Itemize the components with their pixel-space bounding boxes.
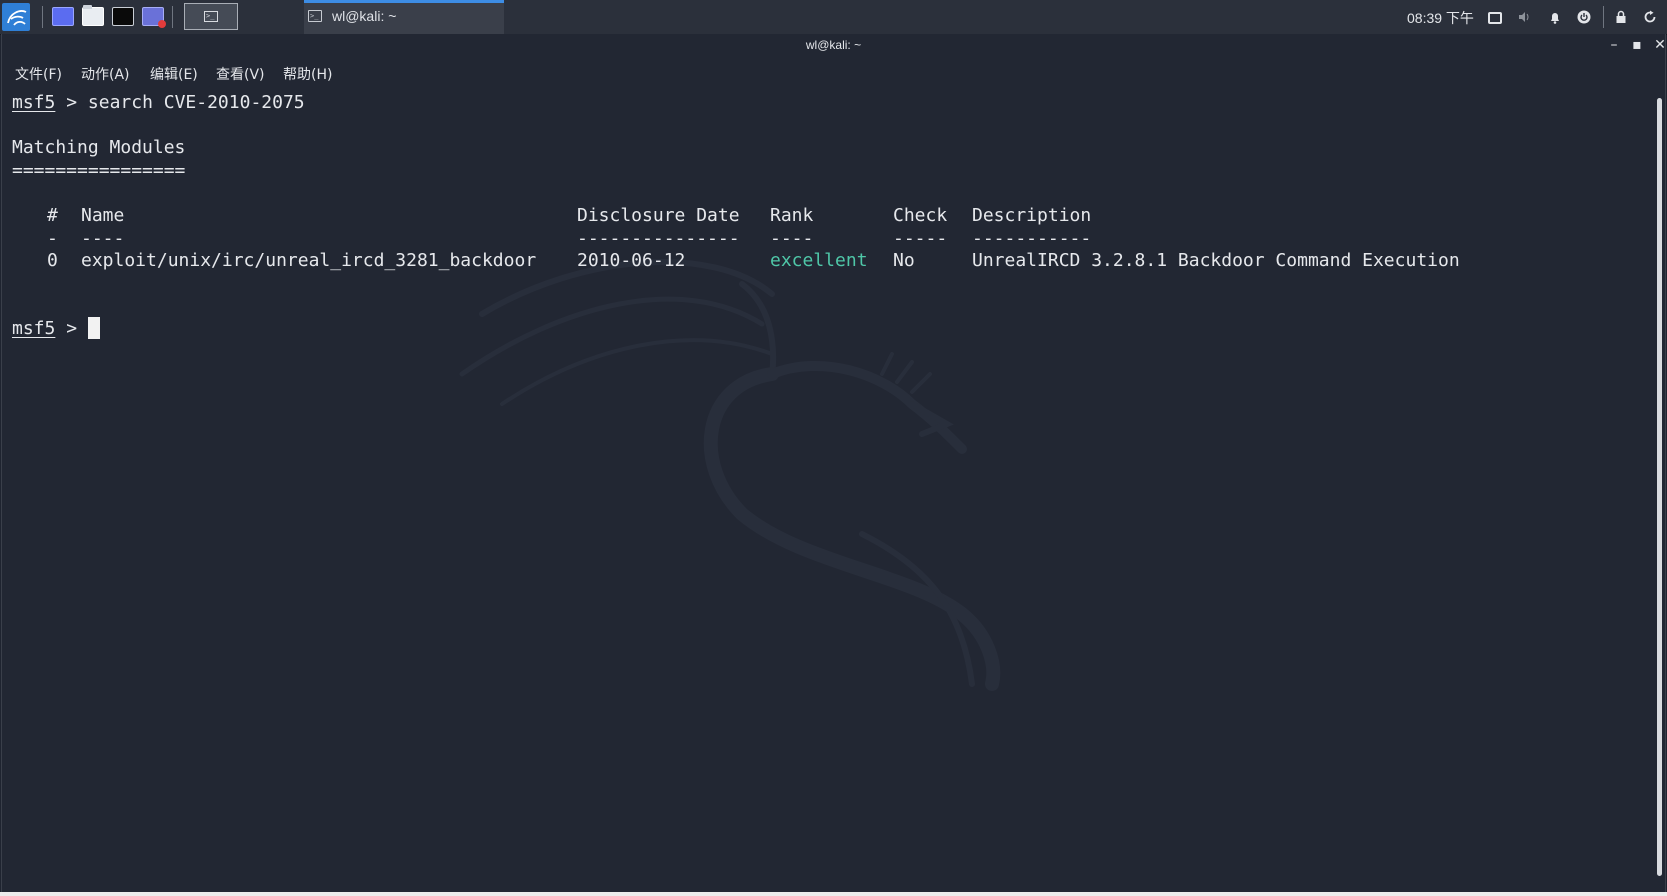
terminal-mini-icon: >_: [204, 11, 218, 22]
taskbar-separator: [172, 6, 173, 28]
column-header-description: Description: [972, 205, 1092, 226]
section-heading-rule: ================: [12, 160, 186, 181]
active-task-indicator: [304, 0, 504, 3]
top-panel: >_ >_ wl@kali: ~ 08:39 下午: [0, 0, 1667, 35]
menu-view[interactable]: 查看(V): [216, 64, 265, 84]
taskbar-window-label: wl@kali: ~: [332, 8, 397, 24]
row-disclosure-date: 2010-06-12: [577, 250, 686, 271]
prompt-line[interactable]: msf5 >: [12, 316, 100, 341]
row-rank: excellent: [770, 250, 868, 271]
kali-menu-icon[interactable]: [2, 3, 30, 31]
column-header-name: Name: [81, 205, 125, 226]
column-rule-rank: ----: [770, 228, 814, 249]
screen-bottom-edge: [0, 892, 1667, 896]
close-button[interactable]: ✕: [1653, 38, 1665, 52]
column-header-date: Disclosure Date: [577, 205, 740, 226]
menu-edit[interactable]: 编辑(E): [150, 64, 198, 84]
command-text: search CVE-2010-2075: [87, 92, 305, 113]
terminal-output[interactable]: msf5 > search CVE-2010-2075 Matching Mod…: [12, 91, 1642, 871]
prompt-label: msf5: [12, 318, 56, 339]
file-manager-icon[interactable]: [82, 5, 104, 26]
menu-help[interactable]: 帮助(H): [283, 64, 332, 84]
maximize-button[interactable]: ▪: [1630, 38, 1644, 52]
section-heading: Matching Modules: [12, 137, 186, 158]
taskbar-window-terminal[interactable]: >_ wl@kali: ~: [304, 0, 504, 34]
column-rule-description: -----------: [972, 228, 1092, 249]
terminal-icon[interactable]: [112, 7, 134, 26]
taskbar-separator: [1603, 6, 1604, 28]
window-title: wl@kali: ~: [805, 38, 862, 52]
workspace-switcher-button[interactable]: >_: [184, 3, 238, 30]
minimize-button[interactable]: –: [1607, 38, 1621, 52]
column-header-rank: Rank: [770, 205, 814, 226]
row-module-name: exploit/unix/irc/unreal_ircd_3281_backdo…: [81, 250, 537, 271]
column-rule-name: ----: [81, 228, 125, 249]
row-index: 0: [47, 250, 58, 271]
desktop-screen: >_ >_ wl@kali: ~ 08:39 下午 wl@kali: ~ – ▪…: [0, 0, 1667, 896]
window-titlebar[interactable]: wl@kali: ~ – ▪ ✕: [2, 34, 1665, 58]
volume-icon[interactable]: [1517, 10, 1531, 24]
row-description: UnrealIRCD 3.2.8.1 Backdoor Command Exec…: [972, 250, 1460, 271]
column-rule-check: -----: [893, 228, 948, 249]
row-check: No: [893, 250, 915, 271]
prompt-arrow: >: [66, 318, 78, 339]
terminal-task-icon: >_: [308, 10, 322, 22]
prompt-label: msf5: [12, 92, 56, 113]
screen-recorder-icon[interactable]: [142, 7, 166, 28]
column-rule-index: -: [47, 228, 58, 249]
menu-file[interactable]: 文件(F): [15, 64, 62, 84]
prompt-arrow: >: [66, 92, 78, 113]
column-header-check: Check: [893, 205, 948, 226]
terminal-window[interactable]: wl@kali: ~ – ▪ ✕ 文件(F) 动作(A) 编辑(E) 查看(V)…: [1, 34, 1666, 892]
desktop-icon[interactable]: [52, 7, 74, 26]
menu-action[interactable]: 动作(A): [81, 64, 130, 84]
display-icon[interactable]: [1488, 12, 1502, 24]
taskbar-separator: [42, 6, 43, 28]
scrollbar[interactable]: [1654, 98, 1664, 888]
power-icon[interactable]: [1577, 10, 1591, 24]
bell-icon[interactable]: [1548, 10, 1562, 24]
refresh-icon[interactable]: [1643, 10, 1657, 24]
menu-bar: 文件(F) 动作(A) 编辑(E) 查看(V) 帮助(H): [2, 62, 1665, 84]
lock-icon[interactable]: [1614, 10, 1628, 24]
scrollbar-thumb[interactable]: [1657, 98, 1662, 876]
clock[interactable]: 08:39 下午: [1407, 8, 1474, 28]
kali-dragon-logo: [7, 10, 27, 26]
command-line: msf5 > search CVE-2010-2075: [12, 91, 305, 115]
column-rule-date: ---------------: [577, 228, 740, 249]
text-cursor: [87, 316, 100, 339]
column-header-index: #: [47, 205, 58, 226]
